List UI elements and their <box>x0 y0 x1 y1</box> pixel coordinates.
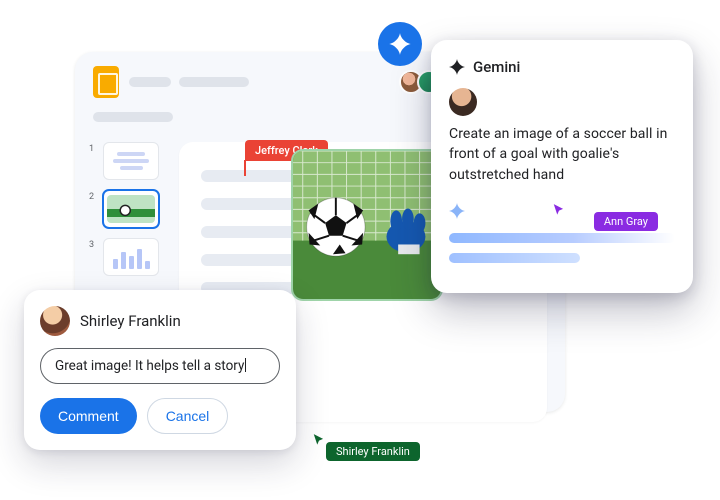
gemini-panel: Gemini Create an image of a soccer ball … <box>431 40 693 293</box>
prompt-author-avatar <box>449 88 477 116</box>
thumb-chart-icon <box>113 245 150 269</box>
commenter-name: Shirley Franklin <box>80 312 181 330</box>
response-placeholder <box>449 233 675 243</box>
comment-input[interactable]: Great image! It helps tell a story <box>40 348 280 384</box>
commenter-avatar <box>40 306 70 336</box>
collaborator-caret <box>244 160 246 176</box>
gemini-title: Gemini <box>473 58 520 76</box>
menu-placeholder <box>179 77 249 87</box>
slide-thumb[interactable]: 1 <box>89 142 163 180</box>
sparkle-icon <box>449 203 465 219</box>
comment-input-text: Great image! It helps tell a story <box>55 358 244 374</box>
response-placeholder <box>449 253 580 263</box>
generated-image[interactable] <box>291 149 443 301</box>
slide-number: 1 <box>89 142 97 154</box>
collaborator-cursor <box>552 202 566 221</box>
collaborator-cursor <box>312 432 326 451</box>
gemini-badge-icon <box>378 22 422 66</box>
comment-composer: Shirley Franklin Great image! It helps t… <box>24 290 296 450</box>
collaborator-tag-ann: Ann Gray <box>594 212 658 231</box>
collaborator-tag-shirley: Shirley Franklin <box>326 442 420 461</box>
slide-thumb[interactable]: 3 <box>89 238 163 276</box>
sparkle-icon <box>449 59 465 75</box>
gemini-prompt-text: Create an image of a soccer ball in fron… <box>449 124 675 185</box>
slides-brand-icon <box>93 66 119 98</box>
comment-cancel-button[interactable]: Cancel <box>147 398 229 434</box>
slide-thumbnails: 1 2 3 <box>89 142 163 276</box>
slide-number: 2 <box>89 190 97 202</box>
slide-thumb[interactable]: 2 <box>89 190 163 228</box>
thumb-image-icon <box>107 195 155 223</box>
text-caret-icon <box>245 358 246 372</box>
soccer-image-icon <box>293 151 441 299</box>
comment-submit-button[interactable]: Comment <box>40 398 137 434</box>
toolbar-placeholder <box>93 112 173 122</box>
doc-title-placeholder <box>129 77 171 87</box>
slide-number: 3 <box>89 238 97 250</box>
